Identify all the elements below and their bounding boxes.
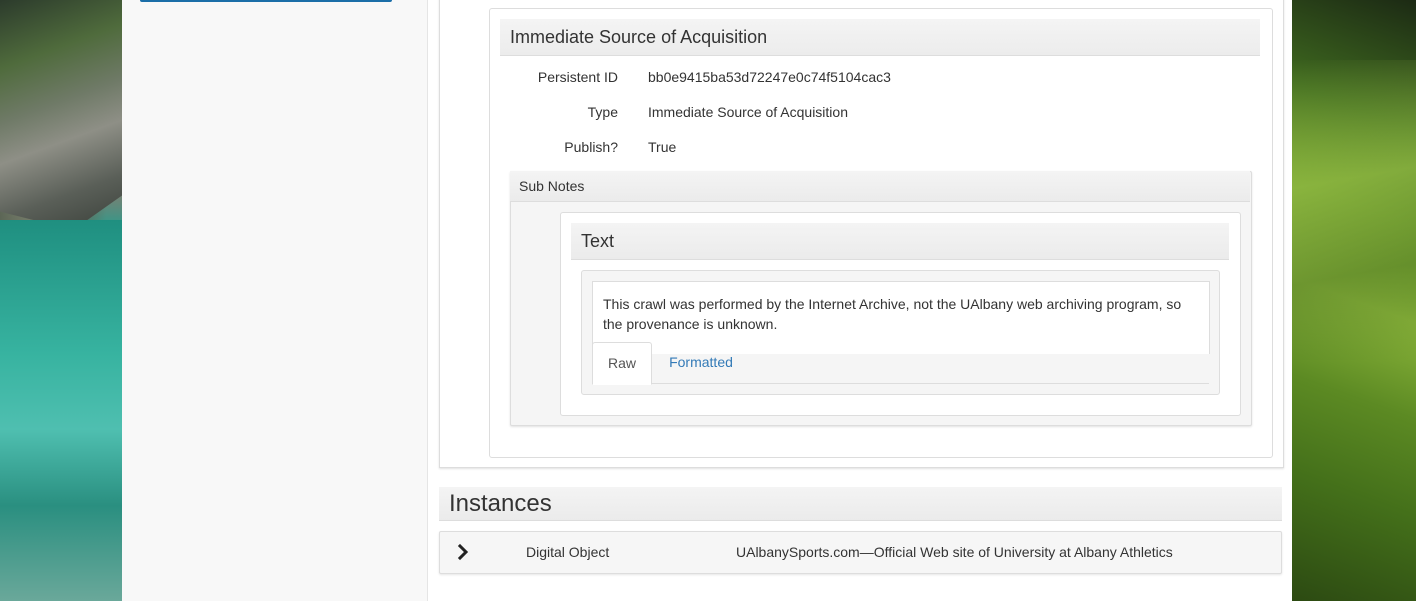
type-label: Type [587,104,618,120]
instances-heading: Instances [439,487,1282,521]
note-heading-title: Immediate Source of Acquisition [510,27,768,47]
text-subnote-heading: Text [571,223,1229,260]
mountain-scenery [0,0,122,230]
tabs-baseline [592,383,1209,384]
instance-type: Digital Object [526,544,610,560]
publish-label: Publish? [564,139,618,155]
type-value: Immediate Source of Acquisition [648,104,848,120]
sidebar-button-edge[interactable] [140,0,392,2]
publish-value: True [648,139,677,155]
note-heading: Immediate Source of Acquisition [500,19,1260,56]
lake-scenery [0,220,122,601]
chevron-right-icon[interactable] [456,543,472,561]
tab-formatted[interactable]: Formatted [651,342,751,383]
persistent-id-value: bb0e9415ba53d72247e0c74f5104cac3 [648,69,891,85]
persistent-id-label: Persistent ID [537,69,618,85]
instance-row[interactable]: Digital Object UAlbanySports.com—Officia… [439,531,1282,574]
tab-raw[interactable]: Raw [592,342,652,385]
background-image-right [1292,0,1416,601]
background-image-left [0,0,122,601]
instances-heading-title: Instances [449,490,552,517]
instance-title: UAlbanySports.com—Official Web site of U… [736,544,1173,560]
grass-ridge-scenery [1292,60,1416,360]
subnotes-heading-label: Sub Notes [519,178,585,194]
text-subnote-title: Text [581,231,615,251]
subnotes-heading: Sub Notes [510,171,1250,202]
